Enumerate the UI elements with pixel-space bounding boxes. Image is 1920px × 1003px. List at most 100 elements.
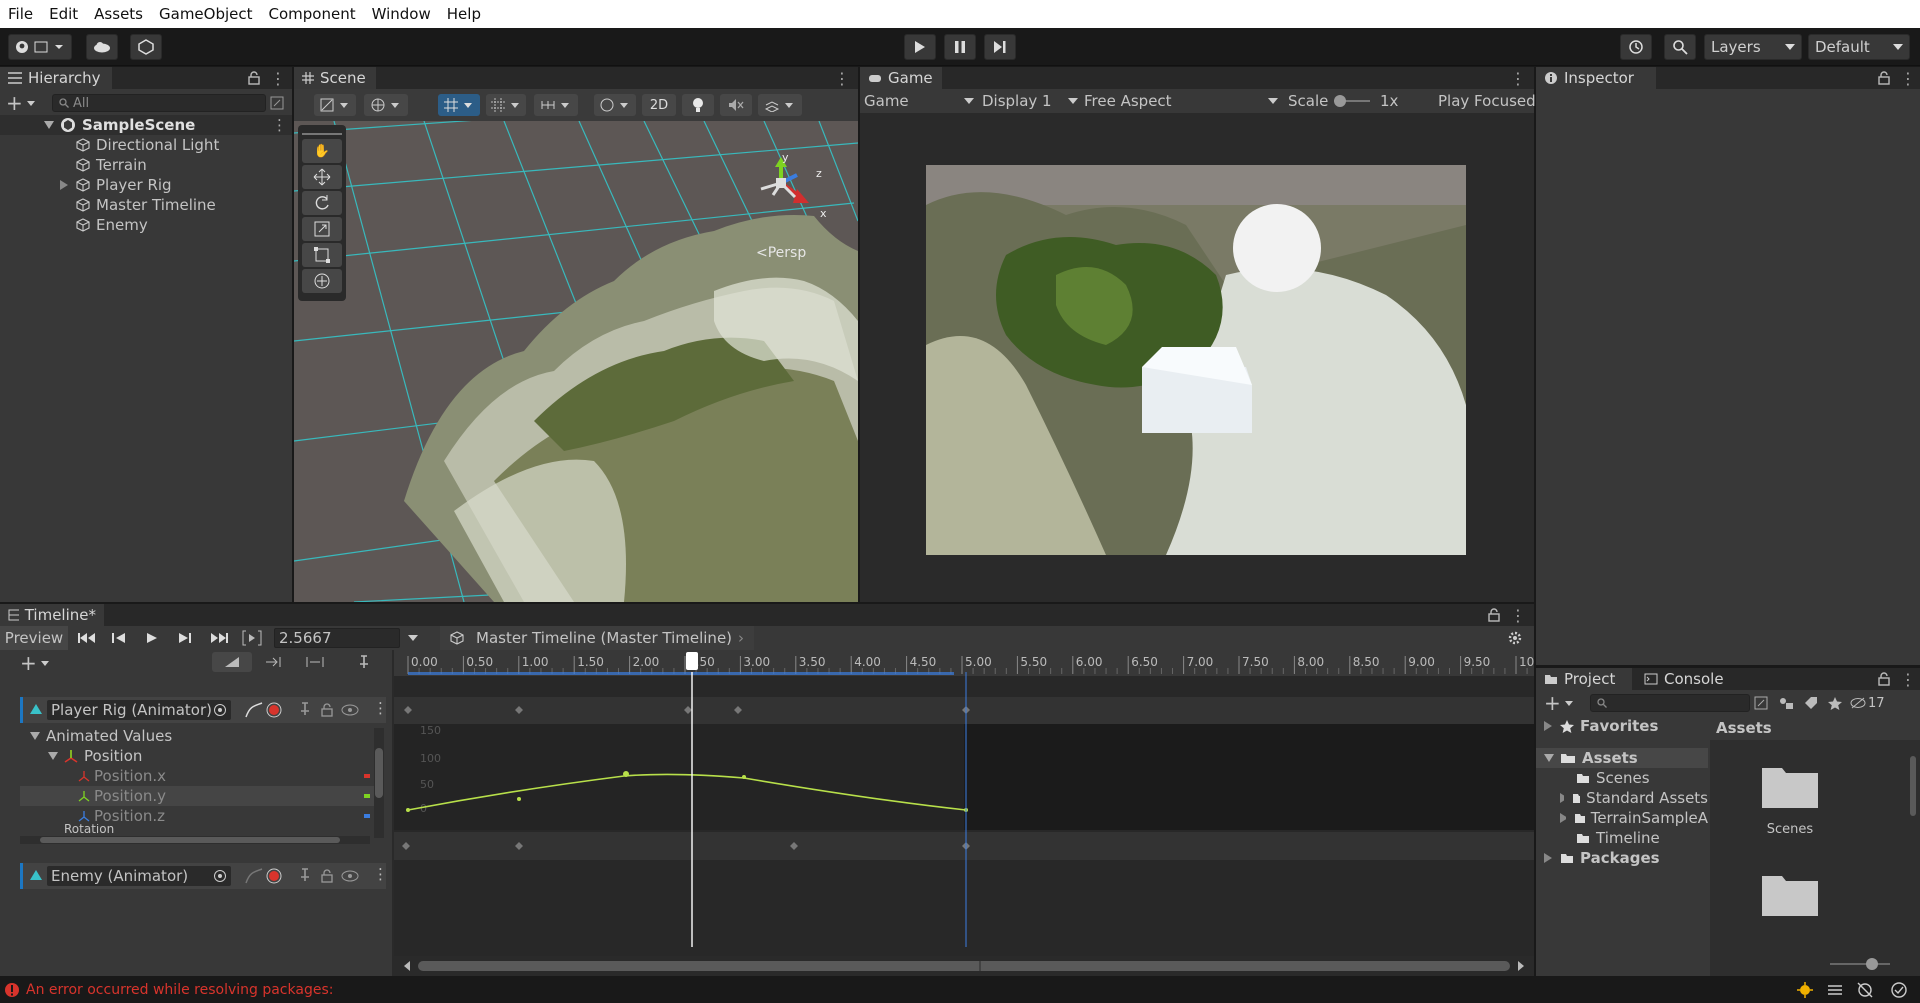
lighting-bake-icon[interactable] (1796, 981, 1814, 999)
game-menu-icon[interactable]: ⋮ (1510, 69, 1526, 88)
layers-dropdown[interactable]: Layers (1704, 34, 1802, 60)
slider-thumb[interactable] (1334, 95, 1346, 107)
curves-toggle-icon[interactable] (245, 868, 263, 884)
hierarchy-menu-icon[interactable]: ⋮ (270, 69, 286, 88)
hand-tool-button[interactable]: ✋ (302, 139, 342, 163)
hierarchy-item[interactable]: Player Rig (0, 175, 172, 195)
menu-window[interactable]: Window (370, 5, 433, 23)
track-enemy[interactable]: Enemy (Animator) ⋮ (20, 863, 388, 889)
mode-2d-button[interactable]: 2D (642, 94, 676, 116)
folder-row[interactable]: Timeline (1536, 828, 1660, 848)
history-button[interactable] (1620, 34, 1652, 60)
curves-toggle-icon[interactable] (245, 702, 263, 718)
tab-hierarchy[interactable]: Hierarchy (0, 67, 112, 89)
curve-tree-vscrollbar[interactable] (374, 728, 384, 838)
collab-button[interactable] (130, 34, 162, 60)
gizmo-render-dropdown[interactable] (594, 94, 636, 116)
scene-viewport[interactable]: y z x <Persp (294, 121, 858, 602)
scene-row[interactable]: SampleScene ⋮ (0, 115, 292, 135)
hidden-packages-toggle[interactable]: 17 (1850, 694, 1885, 712)
increment-snap-dropdown[interactable] (534, 94, 578, 116)
curve-tree-item[interactable]: Animated Values (20, 726, 172, 746)
menu-help[interactable]: Help (445, 5, 483, 23)
project-search-input[interactable] (1590, 694, 1750, 712)
snap-toggle[interactable] (438, 94, 480, 116)
ripple-mode-button[interactable] (212, 652, 252, 672)
next-frame-icon[interactable] (178, 632, 192, 644)
visibility-icon[interactable] (341, 704, 359, 716)
timeline-hscrollbar-thumb[interactable] (418, 961, 1510, 971)
add-track-button[interactable]: + (20, 653, 56, 673)
hierarchy-item[interactable]: Master Timeline (0, 195, 216, 215)
scale-slider[interactable] (1334, 95, 1370, 107)
timeline-menu-icon[interactable]: ⋮ (1510, 606, 1526, 625)
display-dropdown[interactable]: Display 1 (982, 89, 1078, 113)
filter-by-type-icon[interactable] (1778, 696, 1794, 710)
expand-arrow-icon[interactable] (1560, 793, 1565, 803)
object-picker-icon[interactable] (213, 869, 227, 883)
previous-frame-icon[interactable] (112, 632, 126, 644)
effects-dropdown[interactable] (758, 94, 802, 116)
lock-icon[interactable] (1878, 71, 1890, 85)
curve-tree-hscrollbar[interactable] (20, 836, 370, 844)
rotate-tool-button[interactable] (302, 191, 342, 215)
filter-icon[interactable] (270, 96, 284, 110)
asset-tile-scenes[interactable]: Scenes (1750, 760, 1830, 850)
label-icon[interactable] (1804, 696, 1818, 710)
hierarchy-item[interactable]: Enemy (0, 215, 148, 235)
hierarchy-item[interactable]: Directional Light (0, 135, 219, 155)
play-range-icon[interactable] (242, 630, 262, 646)
playhead-handle[interactable] (686, 652, 698, 670)
curve-tree-item[interactable]: Position.z (20, 806, 380, 826)
pin-icon[interactable] (358, 655, 370, 669)
expand-arrow-icon[interactable] (1544, 721, 1552, 731)
object-picker-icon[interactable] (213, 703, 227, 717)
folder-row[interactable]: Scenes (1536, 768, 1650, 788)
layout-dropdown[interactable]: Default (1808, 34, 1910, 60)
debug-off-icon[interactable] (1856, 981, 1874, 999)
goto-end-icon[interactable] (210, 632, 228, 644)
record-icon[interactable] (265, 867, 283, 885)
preview-button[interactable]: Preview (0, 626, 68, 650)
expand-arrow-icon[interactable] (44, 121, 54, 129)
replace-mode-button[interactable] (296, 652, 334, 672)
lock-icon[interactable] (1488, 608, 1500, 622)
star-icon[interactable] (1828, 696, 1842, 710)
aspect-dropdown[interactable]: Free Aspect (1084, 89, 1278, 113)
project-create-button[interactable]: + (1544, 693, 1580, 713)
timeline-breadcrumb[interactable]: Master Timeline (Master Timeline) › (440, 626, 755, 650)
time-field[interactable]: 2.5667 (274, 628, 400, 648)
play-icon[interactable] (146, 632, 158, 644)
play-button[interactable] (904, 34, 936, 60)
tab-inspector[interactable]: Inspector (1536, 67, 1656, 89)
favorites-row[interactable]: Favorites (1536, 716, 1658, 736)
game-mode-dropdown[interactable]: Game (864, 89, 974, 113)
search-by-type-icon[interactable] (1754, 696, 1768, 710)
timeline-time-area[interactable]: 0.00 0.50 1.00 1.50 2.00 2.50 3.00 3.50 4.00 4.50… (394, 650, 1534, 976)
search-button[interactable] (1664, 34, 1696, 60)
menu-gameobject[interactable]: GameObject (157, 5, 255, 23)
curve-tree-item[interactable]: Position.x (20, 766, 380, 786)
chevron-down-icon[interactable] (408, 635, 418, 641)
assets-row[interactable]: Assets (1536, 748, 1708, 768)
lock-icon[interactable] (1878, 672, 1890, 686)
perspective-label[interactable]: <Persp (756, 245, 806, 261)
scale-tool-button[interactable] (302, 217, 342, 241)
curve-tree-item[interactable]: Position (20, 746, 142, 766)
hierarchy-item[interactable]: Terrain (0, 155, 147, 175)
tab-project[interactable]: Project (1536, 668, 1632, 690)
folder-row[interactable]: TerrainSampleA (1536, 808, 1708, 828)
hierarchy-search-input[interactable]: All (52, 94, 266, 112)
play-mode-dropdown[interactable]: Play Focused (1438, 92, 1536, 110)
tab-console[interactable]: Console (1636, 668, 1732, 690)
enemy-binding-field[interactable]: Enemy (Animator) (47, 866, 231, 886)
record-icon[interactable] (265, 701, 283, 719)
icon-size-slider[interactable] (1830, 958, 1890, 970)
curve-tree-item[interactable]: Position.y (20, 786, 380, 806)
goto-start-icon[interactable] (78, 632, 96, 644)
menu-edit[interactable]: Edit (47, 5, 80, 23)
scene-camera-dropdown[interactable] (364, 94, 408, 116)
menu-assets[interactable]: Assets (92, 5, 145, 23)
track-menu-icon[interactable]: ⋮ (373, 699, 388, 717)
track-menu-icon[interactable]: ⋮ (373, 865, 388, 883)
